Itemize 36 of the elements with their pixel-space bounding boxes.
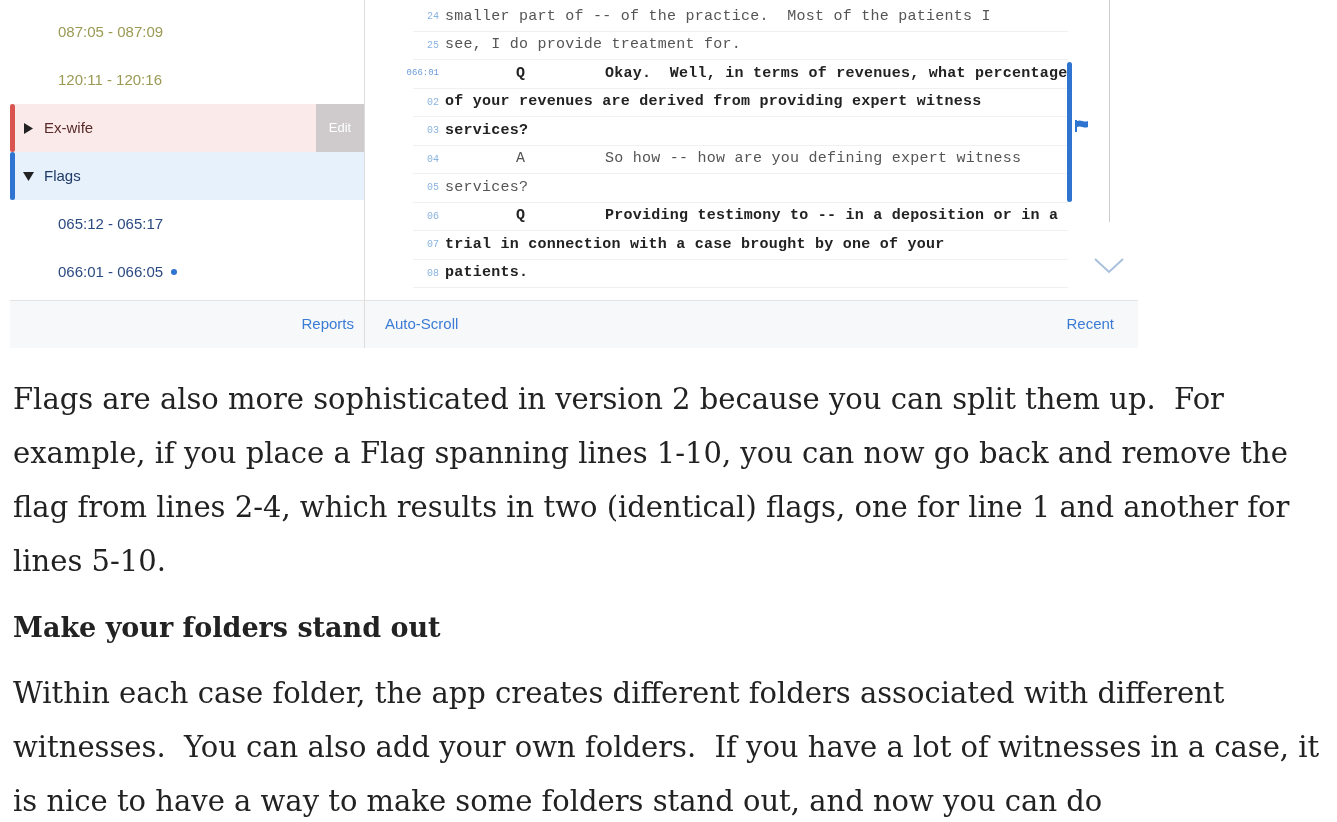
section-heading: Make your folders stand out bbox=[13, 611, 442, 645]
transcript-line: Okay. Well, in terms of revenues, what percentage bbox=[605, 63, 1068, 84]
folder-row[interactable]: Flags bbox=[10, 152, 364, 200]
line-number: 24 bbox=[426, 10, 440, 25]
transcript-line: So how -- how are you defining expert witness bbox=[605, 149, 1022, 169]
transcript-line: Providing testimony to -- in a deposition or in a bbox=[605, 206, 1059, 226]
time-range[interactable]: 120:11 - 120:16 bbox=[58, 68, 162, 92]
transcript-line: services? bbox=[445, 177, 529, 198]
transcript-line: patients. bbox=[445, 263, 529, 283]
speaker-label: Q bbox=[516, 63, 527, 84]
auto-scroll-button[interactable]: Auto-Scroll bbox=[385, 313, 459, 336]
transcript-line: smaller part of -- of the practice. Most of the patients I bbox=[445, 6, 991, 27]
line-number: 25 bbox=[426, 38, 440, 53]
time-range[interactable]: 065:12 - 065:17 bbox=[58, 212, 164, 236]
paragraph: Within each case folder, the app creates different folders associated with different witnesses. You can also add your own folders. If you have a lot of witnesses in a case, it is nice to have a way to make some folders stand out, and now you can do bbox=[13, 675, 1321, 820]
time-range[interactable]: 066:01 - 066:05 bbox=[58, 260, 164, 284]
line-number: 07 bbox=[426, 238, 440, 253]
transcript-line: trial in connection with a case brought by one of your bbox=[445, 234, 945, 255]
recent-button[interactable]: Recent bbox=[1066, 313, 1114, 336]
line-number: 03 bbox=[426, 124, 440, 139]
folder-name: Ex-wife bbox=[44, 117, 94, 138]
transcript-line: of your revenues are derived from providing expert witness bbox=[445, 92, 982, 112]
line-number: 066:01 bbox=[405, 67, 440, 80]
line-number: 04 bbox=[426, 152, 440, 167]
speaker-label: Q bbox=[516, 206, 527, 226]
reports-button[interactable]: Reports bbox=[301, 313, 354, 336]
line-number: 06 bbox=[426, 209, 440, 224]
speaker-label: A bbox=[516, 149, 527, 169]
transcript-line: services? bbox=[445, 120, 529, 141]
line-number: 02 bbox=[426, 95, 440, 110]
folder-name: Flags bbox=[44, 165, 81, 186]
paragraph: Flags are also more sophisticated in version 2 because you can split them up. For example, if you place a Flag spanning lines 1-10, you can now go back and remove the flag from lines 2-4, which results in two (identical) flags, one for line 1 and another for lines 5-10. bbox=[13, 381, 1291, 580]
line-number: 08 bbox=[426, 266, 440, 281]
time-range[interactable]: 087:05 - 087:09 bbox=[58, 20, 164, 44]
line-number: 05 bbox=[426, 181, 440, 196]
transcript-line: see, I do provide treatment for. bbox=[445, 35, 742, 55]
